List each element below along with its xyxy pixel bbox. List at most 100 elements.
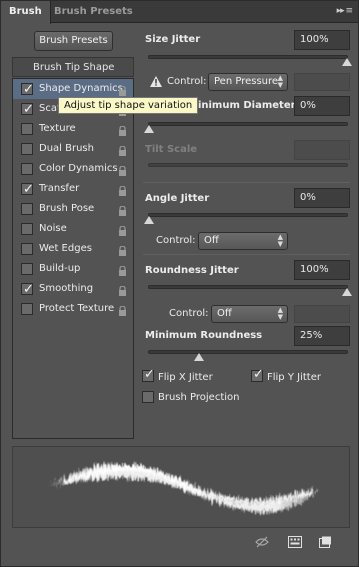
option-noise[interactable]: Noise	[13, 219, 133, 239]
flip-x-label: Flip X Jitter	[158, 372, 213, 383]
brush-options-list: ✓Shape Dynamics✓ScatteringTextureDual Br…	[12, 78, 134, 439]
checkmark-icon: ✓	[23, 82, 34, 97]
option-label: Brush Pose	[39, 203, 95, 214]
option-build-up[interactable]: Build-up	[13, 259, 133, 279]
select-arrows-icon: ▲ ▼	[277, 306, 283, 321]
option-label: Protect Texture	[39, 303, 115, 314]
texture-checkbox[interactable]	[21, 123, 33, 135]
brush-projection-label: Brush Projection	[158, 392, 240, 403]
size-control-label: Control:	[167, 76, 207, 87]
size-jitter-slider[interactable]	[148, 55, 352, 66]
option-dual-brush[interactable]: Dual Brush	[13, 139, 133, 159]
angle-jitter-slider-thumb[interactable]	[144, 216, 154, 224]
roundness-jitter-slider-thumb[interactable]	[342, 288, 352, 296]
option-brush-pose[interactable]: Brush Pose	[13, 199, 133, 219]
new-brush-icon[interactable]	[318, 536, 332, 548]
brush-eye-icon[interactable]	[255, 536, 269, 548]
size-jitter-slider-thumb[interactable]	[342, 58, 352, 66]
flip-x-checkbox[interactable]: ✓	[142, 367, 155, 382]
transfer-checkbox[interactable]: ✓	[21, 182, 34, 197]
minimum-roundness-label: Minimum Roundness	[145, 330, 263, 341]
roundness-jitter-label: Roundness Jitter	[145, 265, 239, 276]
option-label: Transfer	[39, 183, 80, 194]
smoothing-checkbox[interactable]: ✓	[21, 282, 34, 297]
angle-control-label: Control:	[156, 235, 196, 246]
minimum-roundness-field[interactable]: 25%	[294, 326, 350, 346]
minimum-roundness-slider[interactable]	[148, 350, 348, 361]
option-texture[interactable]: Texture	[13, 119, 133, 139]
lock-icon[interactable]	[118, 184, 127, 196]
lock-icon[interactable]	[118, 304, 127, 316]
size-control-select[interactable]: Pen Pressure ▲ ▼	[208, 73, 288, 91]
lock-icon[interactable]	[118, 124, 127, 136]
minimum-diameter-slider-thumb[interactable]	[144, 125, 154, 133]
lock-icon[interactable]	[118, 244, 127, 256]
option-wet-edges[interactable]: Wet Edges	[13, 239, 133, 259]
brush-tip-shape-item[interactable]: Brush Tip Shape	[12, 57, 134, 77]
panel-tab-bar: Brush Brush Presets ▸▸ ≡	[1, 1, 358, 24]
stroke-preview-graphic	[51, 464, 318, 512]
size-control-value: Pen Pressure	[214, 76, 279, 87]
checkmark-icon: ✓	[144, 367, 155, 382]
brush-projection-checkbox[interactable]	[142, 391, 154, 403]
size-jitter-field[interactable]: 100%	[294, 30, 350, 50]
tab-brush-presets[interactable]: Brush Presets	[46, 1, 141, 23]
option-label: Texture	[39, 123, 76, 134]
tilt-scale-field	[294, 140, 350, 160]
option-protect-texture[interactable]: Protect Texture	[13, 299, 133, 319]
size-control-extra-field	[294, 73, 350, 91]
size-jitter-label: Size Jitter	[145, 34, 201, 45]
dual-brush-checkbox[interactable]	[21, 143, 33, 155]
double-arrow-menu-icon[interactable]: ▸▸ ≡	[337, 6, 353, 16]
checkmark-icon: ✓	[23, 282, 34, 297]
roundness-jitter-slider[interactable]	[148, 285, 352, 296]
brush-presets-button[interactable]: Brush Presets	[34, 31, 113, 51]
flip-y-label: Flip Y Jitter	[267, 372, 321, 383]
minimum-roundness-slider-thumb[interactable]	[194, 353, 204, 361]
brush-stroke-preview	[12, 446, 350, 528]
select-arrows-icon: ▲ ▼	[277, 74, 283, 89]
lock-icon[interactable]	[118, 144, 127, 156]
tilt-scale-slider	[148, 163, 348, 167]
brush-pose-checkbox[interactable]	[21, 203, 33, 215]
option-smoothing[interactable]: ✓ Smoothing	[13, 279, 133, 299]
lock-icon[interactable]	[118, 84, 127, 96]
roundness-jitter-field[interactable]: 100%	[294, 260, 350, 280]
option-label: Build-up	[39, 263, 81, 274]
checkmark-icon: ✓	[23, 182, 34, 197]
option-label: Shape Dynamics	[39, 83, 123, 94]
angle-jitter-slider[interactable]	[144, 213, 348, 224]
checkmark-icon: ✓	[253, 367, 264, 382]
roundness-control-label: Control:	[169, 308, 209, 319]
lock-icon[interactable]	[118, 264, 127, 276]
flip-y-checkbox[interactable]: ✓	[251, 367, 264, 382]
roundness-control-extra-field	[294, 305, 350, 323]
angle-control-select[interactable]: Off ▲ ▼	[198, 232, 288, 250]
tilt-scale-label: Tilt Scale	[145, 144, 198, 155]
angle-jitter-field[interactable]: 0%	[294, 188, 350, 208]
checkmark-icon: ✓	[23, 102, 34, 117]
scattering-checkbox[interactable]: ✓	[21, 102, 34, 117]
minimum-diameter-slider[interactable]	[144, 122, 348, 133]
noise-checkbox[interactable]	[21, 223, 33, 235]
protect-texture-checkbox[interactable]	[21, 303, 33, 315]
option-label: Dual Brush	[39, 143, 94, 154]
lock-icon[interactable]	[118, 224, 127, 236]
lock-icon[interactable]	[118, 164, 127, 176]
option-color-dynamics[interactable]: Color Dynamics	[13, 159, 133, 179]
option-shape-dynamics[interactable]: ✓ Shape Dynamics	[13, 79, 133, 99]
wet-edges-checkbox[interactable]	[21, 243, 33, 255]
option-transfer[interactable]: ✓ Transfer	[13, 179, 133, 199]
option-label: Noise	[39, 223, 67, 234]
lock-icon[interactable]	[118, 204, 127, 216]
roundness-control-value: Off	[217, 308, 232, 319]
lock-icon[interactable]	[118, 284, 127, 296]
minimum-diameter-field[interactable]: 0%	[294, 96, 350, 116]
tab-brush[interactable]: Brush	[1, 1, 51, 24]
roundness-control-select[interactable]: Off ▲ ▼	[211, 305, 288, 323]
shape-dynamics-checkbox[interactable]: ✓	[21, 82, 34, 97]
tooltip: Adjust tip shape variation	[58, 97, 199, 114]
grid-panel-icon[interactable]	[288, 536, 302, 548]
build-up-checkbox[interactable]	[21, 263, 33, 275]
color-dynamics-checkbox[interactable]	[21, 163, 33, 175]
